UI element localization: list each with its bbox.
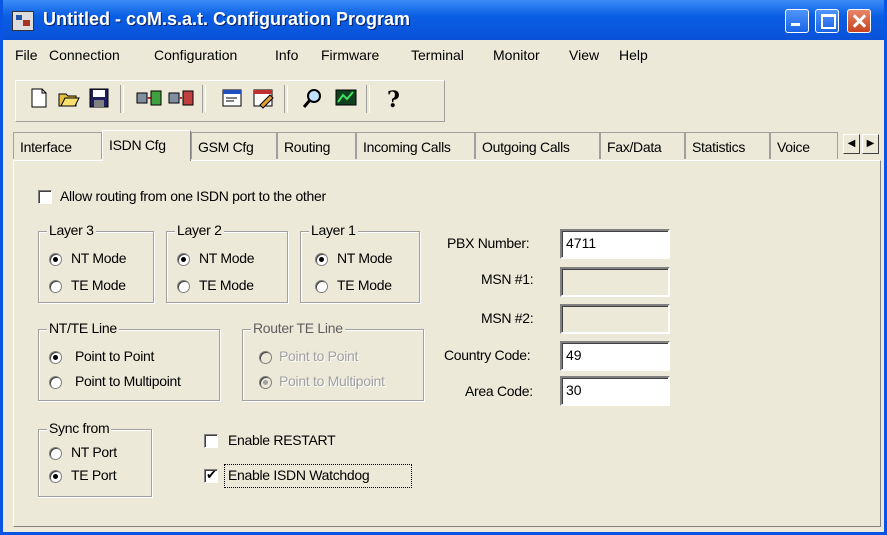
- layer1-te-mode-radio[interactable]: [315, 280, 328, 293]
- ntte-line-group: NT/TE Line Point to Point Point to Multi…: [38, 320, 220, 401]
- layer2-te-mode-label: TE Mode: [199, 277, 254, 293]
- menu-bar: File Connection Configuration Info Firmw…: [3, 44, 884, 68]
- msn2-field[interactable]: [560, 304, 670, 334]
- router-point-to-point-radio[interactable]: [259, 351, 272, 364]
- msn2-label: MSN #2:: [481, 310, 534, 326]
- msn1-label: MSN #1:: [481, 271, 534, 287]
- sync-nt-port-radio[interactable]: [49, 447, 62, 460]
- enable-isdn-watchdog-label: Enable ISDN Watchdog: [228, 467, 370, 483]
- ntte-point-to-multipoint-label: Point to Multipoint: [75, 373, 181, 389]
- pbx-number-label: PBX Number:: [447, 235, 530, 251]
- svg-text:?: ?: [387, 87, 400, 111]
- menu-file[interactable]: File: [15, 47, 38, 63]
- menu-configuration[interactable]: Configuration: [154, 47, 237, 63]
- area-code-field[interactable]: 30: [560, 376, 670, 406]
- tab-isdn-cfg[interactable]: ISDN Cfg: [102, 130, 191, 161]
- layer2-nt-mode-radio[interactable]: [177, 253, 190, 266]
- allow-routing-checkbox[interactable]: [38, 190, 52, 204]
- close-button[interactable]: [847, 9, 871, 33]
- sync-from-group: Sync from NT Port TE Port: [38, 420, 152, 497]
- maximize-button[interactable]: [815, 9, 839, 33]
- layer2-nt-mode-label: NT Mode: [199, 250, 255, 266]
- title-bar[interactable]: Untitled - coM.s.a.t. Configuration Prog…: [3, 0, 884, 40]
- layer1-title: Layer 1: [309, 222, 358, 238]
- open-icon[interactable]: [58, 87, 80, 109]
- menu-connection[interactable]: Connection: [49, 47, 120, 63]
- menu-help[interactable]: Help: [619, 47, 648, 63]
- tab-outgoing-calls[interactable]: Outgoing Calls: [475, 132, 600, 159]
- allow-routing-label: Allow routing from one ISDN port to the …: [60, 188, 326, 204]
- pbx-number-field[interactable]: 4711: [560, 229, 670, 259]
- layer3-te-mode-label: TE Mode: [71, 277, 126, 293]
- enable-isdn-watchdog-checkbox[interactable]: [204, 467, 218, 483]
- tab-gsm-cfg[interactable]: GSM Cfg: [191, 132, 277, 159]
- country-code-label: Country Code:: [444, 347, 531, 363]
- sync-te-port-label: TE Port: [71, 467, 117, 483]
- layer1-group: Layer 1 NT Mode TE Mode: [300, 222, 420, 303]
- router-point-to-multipoint-label: Point to Multipoint: [279, 373, 385, 389]
- sync-nt-port-label: NT Port: [71, 444, 117, 460]
- menu-monitor[interactable]: Monitor: [493, 47, 540, 63]
- ntte-point-to-point-radio[interactable]: [49, 351, 62, 364]
- tab-strip: Interface ISDN Cfg GSM Cfg Routing Incom…: [13, 130, 884, 161]
- sync-te-port-radio[interactable]: [49, 470, 62, 483]
- layer1-te-mode-label: TE Mode: [337, 277, 392, 293]
- enable-restart-checkbox[interactable]: [204, 434, 218, 448]
- ntte-line-title: NT/TE Line: [47, 320, 119, 336]
- msn1-field[interactable]: [560, 267, 670, 297]
- monitor-icon[interactable]: [334, 87, 357, 109]
- enable-restart-label: Enable RESTART: [228, 432, 336, 448]
- layer2-te-mode-radio[interactable]: [177, 280, 190, 293]
- layer3-nt-mode-radio[interactable]: [49, 253, 62, 266]
- country-code-field[interactable]: 49: [560, 341, 670, 371]
- menu-firmware[interactable]: Firmware: [321, 47, 379, 63]
- menu-view[interactable]: View: [569, 47, 599, 63]
- app-window: Untitled - coM.s.a.t. Configuration Prog…: [0, 0, 887, 535]
- layer3-title: Layer 3: [47, 222, 96, 238]
- minimize-button[interactable]: [785, 9, 809, 33]
- app-icon[interactable]: [12, 11, 34, 31]
- router-point-to-multipoint-radio[interactable]: [259, 376, 272, 389]
- tab-fax-data[interactable]: Fax/Data: [600, 132, 685, 159]
- connect-icon[interactable]: [136, 87, 162, 109]
- area-code-label: Area Code:: [465, 383, 533, 399]
- isdn-cfg-panel: Allow routing from one ISDN port to the …: [13, 160, 881, 527]
- toolbar: ?: [15, 80, 445, 122]
- window-title: Untitled - coM.s.a.t. Configuration Prog…: [43, 9, 411, 29]
- tab-scroll-right-button[interactable]: ▶: [862, 134, 879, 154]
- tab-statistics[interactable]: Statistics: [685, 132, 770, 159]
- tab-interface[interactable]: Interface: [13, 132, 102, 159]
- write-config-icon[interactable]: [252, 87, 274, 109]
- help-icon[interactable]: ?: [382, 87, 412, 113]
- sync-from-title: Sync from: [47, 420, 112, 436]
- disconnect-icon[interactable]: [168, 87, 194, 109]
- router-te-line-group: Router TE Line Point to Point Point to M…: [242, 320, 424, 401]
- search-icon[interactable]: [302, 87, 324, 109]
- read-config-icon[interactable]: [221, 87, 243, 109]
- menu-terminal[interactable]: Terminal: [411, 47, 464, 63]
- new-icon[interactable]: [28, 87, 50, 109]
- tab-routing[interactable]: Routing: [277, 132, 356, 159]
- save-icon[interactable]: [88, 87, 110, 109]
- layer2-title: Layer 2: [175, 222, 224, 238]
- layer3-nt-mode-label: NT Mode: [71, 250, 127, 266]
- tab-incoming-calls[interactable]: Incoming Calls: [356, 132, 475, 159]
- router-point-to-point-label: Point to Point: [279, 348, 359, 364]
- layer1-nt-mode-label: NT Mode: [337, 250, 393, 266]
- layer1-nt-mode-radio[interactable]: [315, 253, 328, 266]
- layer2-group: Layer 2 NT Mode TE Mode: [166, 222, 288, 303]
- tab-voice[interactable]: Voice: [770, 132, 838, 159]
- ntte-point-to-point-label: Point to Point: [75, 348, 155, 364]
- layer3-te-mode-radio[interactable]: [49, 280, 62, 293]
- ntte-point-to-multipoint-radio[interactable]: [49, 376, 62, 389]
- menu-info[interactable]: Info: [275, 47, 298, 63]
- layer3-group: Layer 3 NT Mode TE Mode: [38, 222, 154, 303]
- router-te-line-title: Router TE Line: [251, 320, 345, 336]
- tab-scroll-left-button[interactable]: ◀: [843, 134, 860, 154]
